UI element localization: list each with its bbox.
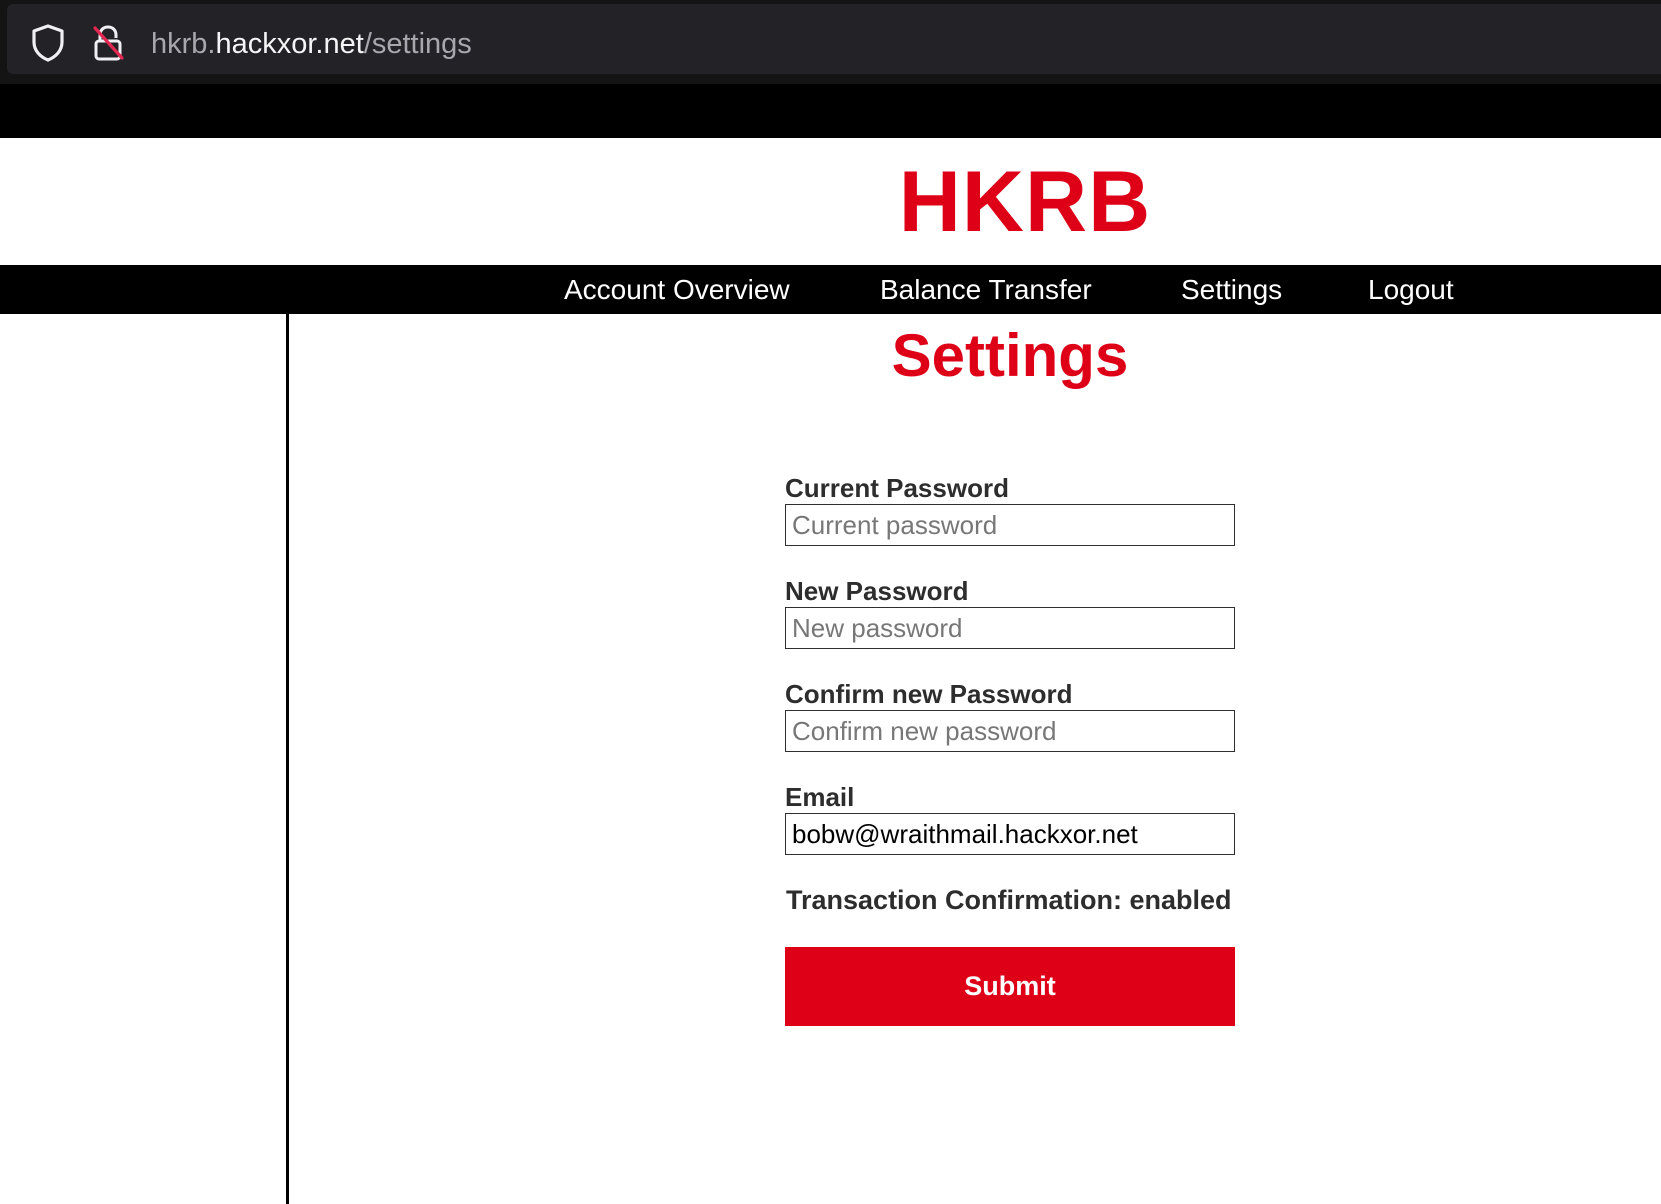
- site-logo[interactable]: HKRB: [0, 138, 1661, 266]
- address-bar[interactable]: hkrb.hackxor.net/settings: [7, 4, 1661, 74]
- confirm-password-label: Confirm new Password: [785, 679, 1073, 709]
- submit-button[interactable]: Submit: [785, 947, 1235, 1026]
- email-field[interactable]: [785, 813, 1235, 855]
- url-subdomain: hkrb.: [151, 28, 216, 60]
- url-text[interactable]: hkrb.hackxor.net/settings: [151, 26, 472, 62]
- confirm-password-field[interactable]: [785, 710, 1235, 752]
- main-navbar: Account Overview Balance Transfer Settin…: [0, 265, 1661, 314]
- email-label: Email: [785, 782, 855, 812]
- new-password-field[interactable]: [785, 607, 1235, 649]
- url-path: /settings: [363, 28, 472, 60]
- page-title: Settings: [891, 322, 1129, 389]
- transaction-confirmation-status: Transaction Confirmation: enabled: [786, 885, 1232, 915]
- nav-item-account-overview[interactable]: Account Overview: [564, 265, 790, 314]
- current-password-label: Current Password: [785, 473, 1009, 503]
- shield-icon[interactable]: [31, 24, 65, 62]
- insecure-lock-icon[interactable]: [91, 24, 125, 62]
- browser-toolbar: hkrb.hackxor.net/settings: [0, 0, 1661, 84]
- new-password-label: New Password: [785, 576, 969, 606]
- current-password-field[interactable]: [785, 504, 1235, 546]
- nav-item-logout[interactable]: Logout: [1368, 265, 1454, 314]
- sidebar-divider: [286, 314, 289, 1204]
- top-banner: [0, 84, 1661, 138]
- nav-item-settings[interactable]: Settings: [1181, 265, 1282, 314]
- url-domain: hackxor.net: [215, 28, 364, 60]
- nav-item-balance-transfer[interactable]: Balance Transfer: [880, 265, 1092, 314]
